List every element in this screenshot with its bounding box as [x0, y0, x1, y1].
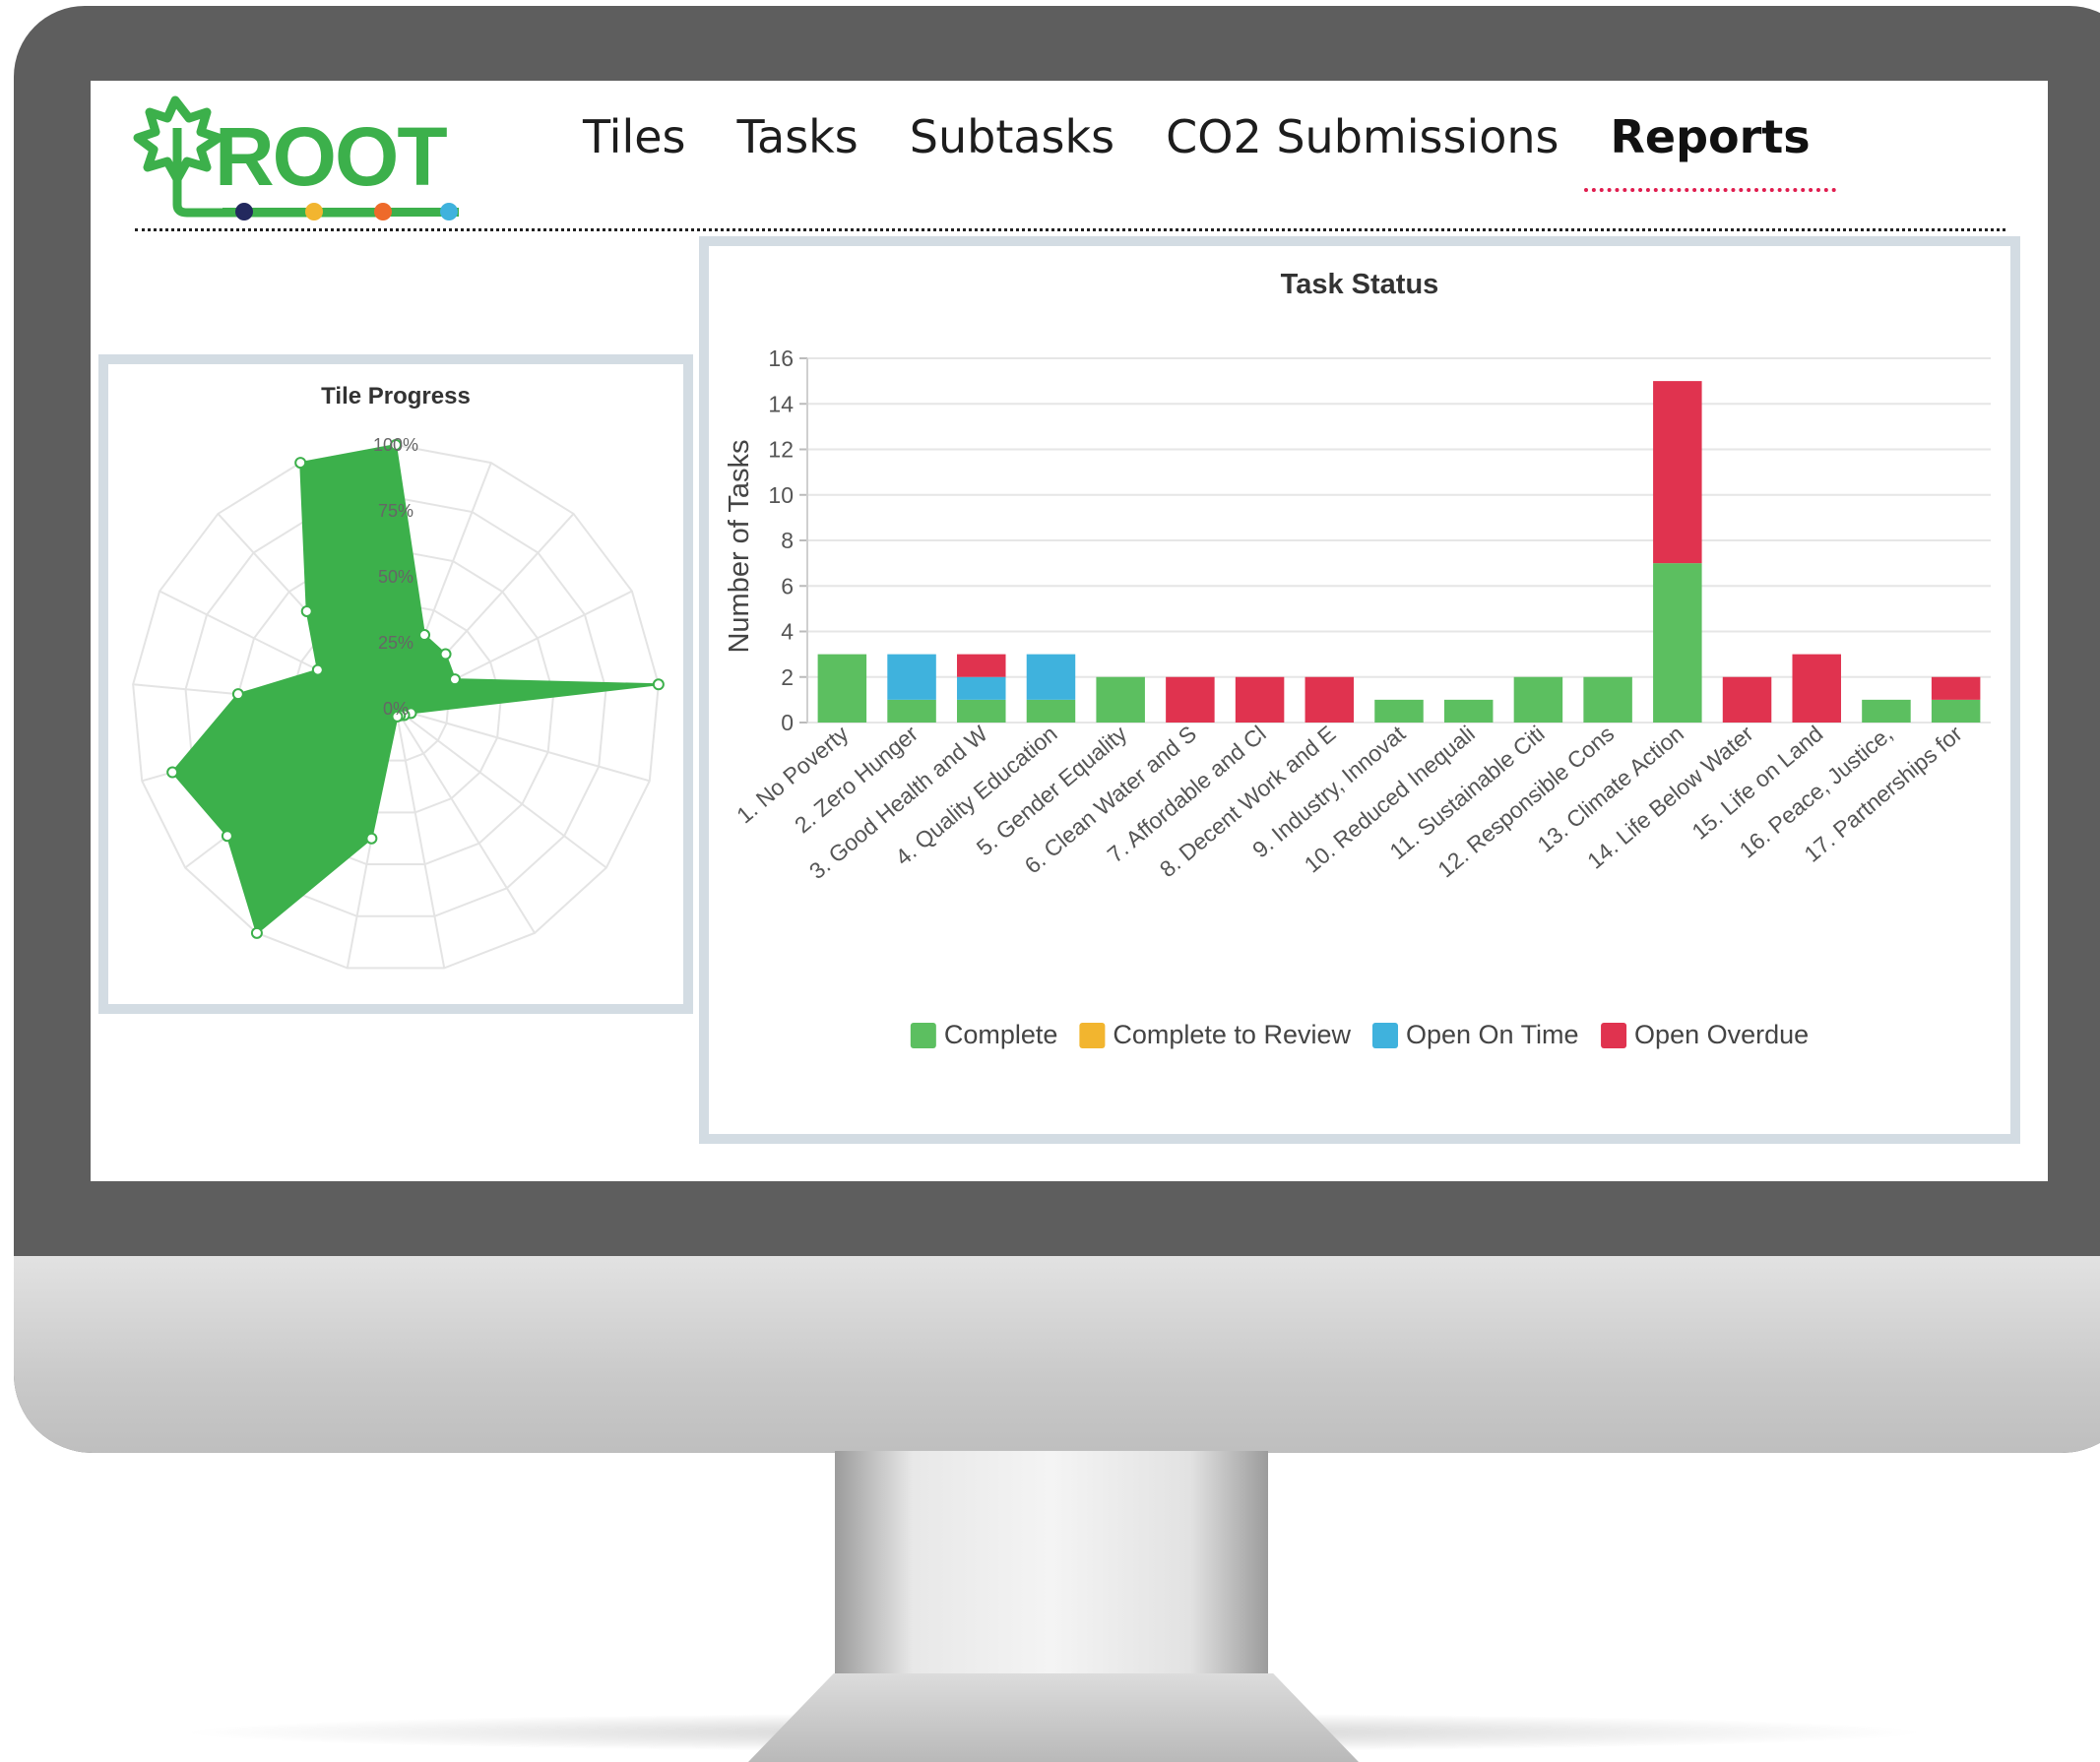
nav-reports[interactable]: Reports	[1584, 110, 1836, 192]
monitor-chin	[14, 1256, 2100, 1453]
bar-segment[interactable]	[1653, 563, 1702, 723]
legend-label: Complete	[944, 1020, 1058, 1049]
radar-point[interactable]	[231, 688, 244, 701]
screen: ROOT Tiles Tasks Subtasks CO2 Submission…	[91, 81, 2048, 1181]
bar-segment[interactable]	[957, 654, 1006, 677]
radar-tick-label: 0%	[383, 699, 409, 719]
y-tick-label: 2	[781, 664, 794, 690]
radar-point[interactable]	[439, 648, 452, 661]
radar-tick-label: 100%	[373, 435, 418, 455]
chart-legend: Complete Complete to Review Open On Time Op…	[910, 1020, 1809, 1049]
bar-segment[interactable]	[1931, 676, 1981, 700]
tile-progress-title: Tile Progress	[321, 383, 471, 409]
tile-progress-panel: Tile Progress 0% 25% 50% 75% 100%	[98, 354, 693, 1014]
nav-co2-submissions[interactable]: CO2 Submissions	[1166, 110, 1559, 189]
logo-dots	[223, 203, 459, 220]
bar-segment[interactable]	[1792, 654, 1841, 723]
nav-subtasks[interactable]: Subtasks	[910, 110, 1114, 189]
y-tick-label: 0	[781, 710, 794, 735]
bar-segment[interactable]	[957, 699, 1006, 723]
bar-segment[interactable]	[1862, 699, 1911, 723]
bar-segment[interactable]	[1166, 676, 1215, 723]
bar-segment[interactable]	[887, 654, 936, 700]
bar-segment[interactable]	[1583, 676, 1632, 723]
bar-segment[interactable]	[1513, 676, 1563, 723]
task-status-chart: Task Status Number of Tasks 0 2 4 6 8 10 12 14 1…	[724, 269, 1991, 1049]
legend-item[interactable]: Open Overdue	[1601, 1020, 1809, 1049]
bar-segment[interactable]	[1026, 654, 1076, 700]
header-divider	[135, 228, 2005, 231]
task-status-title: Task Status	[1281, 269, 1439, 300]
radar-spoke	[395, 708, 607, 869]
legend-label: Open On Time	[1406, 1020, 1579, 1049]
task-status-panel: Task Status Number of Tasks 0 2 4 6 8 10 12 14 1…	[699, 236, 2020, 1144]
radar-point[interactable]	[166, 766, 179, 779]
nav-tiles[interactable]: Tiles	[583, 110, 686, 189]
bar-segment[interactable]	[1722, 676, 1772, 723]
bar-segment[interactable]	[1931, 699, 1981, 723]
legend-label: Open Overdue	[1634, 1020, 1809, 1049]
bar-segment[interactable]	[1026, 699, 1076, 723]
tile-progress-chart: Tile Progress 0% 25% 50% 75% 100%	[132, 383, 665, 970]
bar-segment[interactable]	[1374, 699, 1424, 723]
legend-label: Complete to Review	[1113, 1020, 1351, 1049]
bar-segment[interactable]	[1653, 381, 1702, 564]
y-tick-label: 16	[768, 346, 794, 371]
radar-tick-label: 75%	[378, 501, 414, 521]
legend-swatch	[1371, 1023, 1398, 1048]
legend-item[interactable]: Complete to Review	[1079, 1020, 1351, 1049]
bar-segment[interactable]	[957, 676, 1006, 700]
bar-segment[interactable]	[887, 699, 936, 723]
legend-item[interactable]: Complete	[910, 1020, 1058, 1049]
radar-tick-label: 25%	[378, 633, 414, 653]
radar-point[interactable]	[221, 830, 233, 843]
legend-swatch	[910, 1023, 936, 1048]
radar-point[interactable]	[448, 673, 461, 686]
radar-point[interactable]	[300, 604, 313, 617]
radar-point[interactable]	[652, 678, 665, 691]
y-tick-label: 14	[768, 391, 794, 416]
y-tick-label: 12	[768, 437, 794, 463]
y-tick-label: 8	[781, 528, 794, 553]
y-axis-label: Number of Tasks	[724, 439, 755, 653]
logo-text: ROOT	[215, 110, 447, 203]
top-nav: Tiles Tasks Subtasks CO2 Submissions Rep…	[583, 110, 1862, 192]
y-tick-label: 6	[781, 573, 794, 598]
radar-point[interactable]	[418, 629, 431, 642]
legend-swatch	[1079, 1023, 1106, 1048]
bar-segment[interactable]	[1096, 676, 1145, 723]
legend-swatch	[1601, 1023, 1627, 1048]
radar-point[interactable]	[250, 926, 263, 939]
bar-segment[interactable]	[1443, 699, 1494, 723]
bar-segment[interactable]	[817, 654, 867, 723]
root-logo[interactable]: ROOT	[132, 89, 486, 221]
nav-tasks[interactable]: Tasks	[737, 110, 859, 189]
radar-tick-label: 50%	[378, 567, 414, 587]
monitor-stand-base	[748, 1673, 1359, 1762]
legend-item[interactable]: Open On Time	[1371, 1020, 1579, 1049]
radar-point[interactable]	[365, 832, 378, 845]
y-tick-label: 10	[768, 482, 794, 508]
radar-area	[170, 443, 659, 935]
bar-segment[interactable]	[1305, 676, 1355, 723]
y-tick-label: 4	[781, 619, 794, 645]
radar-point[interactable]	[294, 457, 307, 470]
bar-segment[interactable]	[1235, 676, 1285, 723]
radar-point[interactable]	[311, 663, 324, 676]
